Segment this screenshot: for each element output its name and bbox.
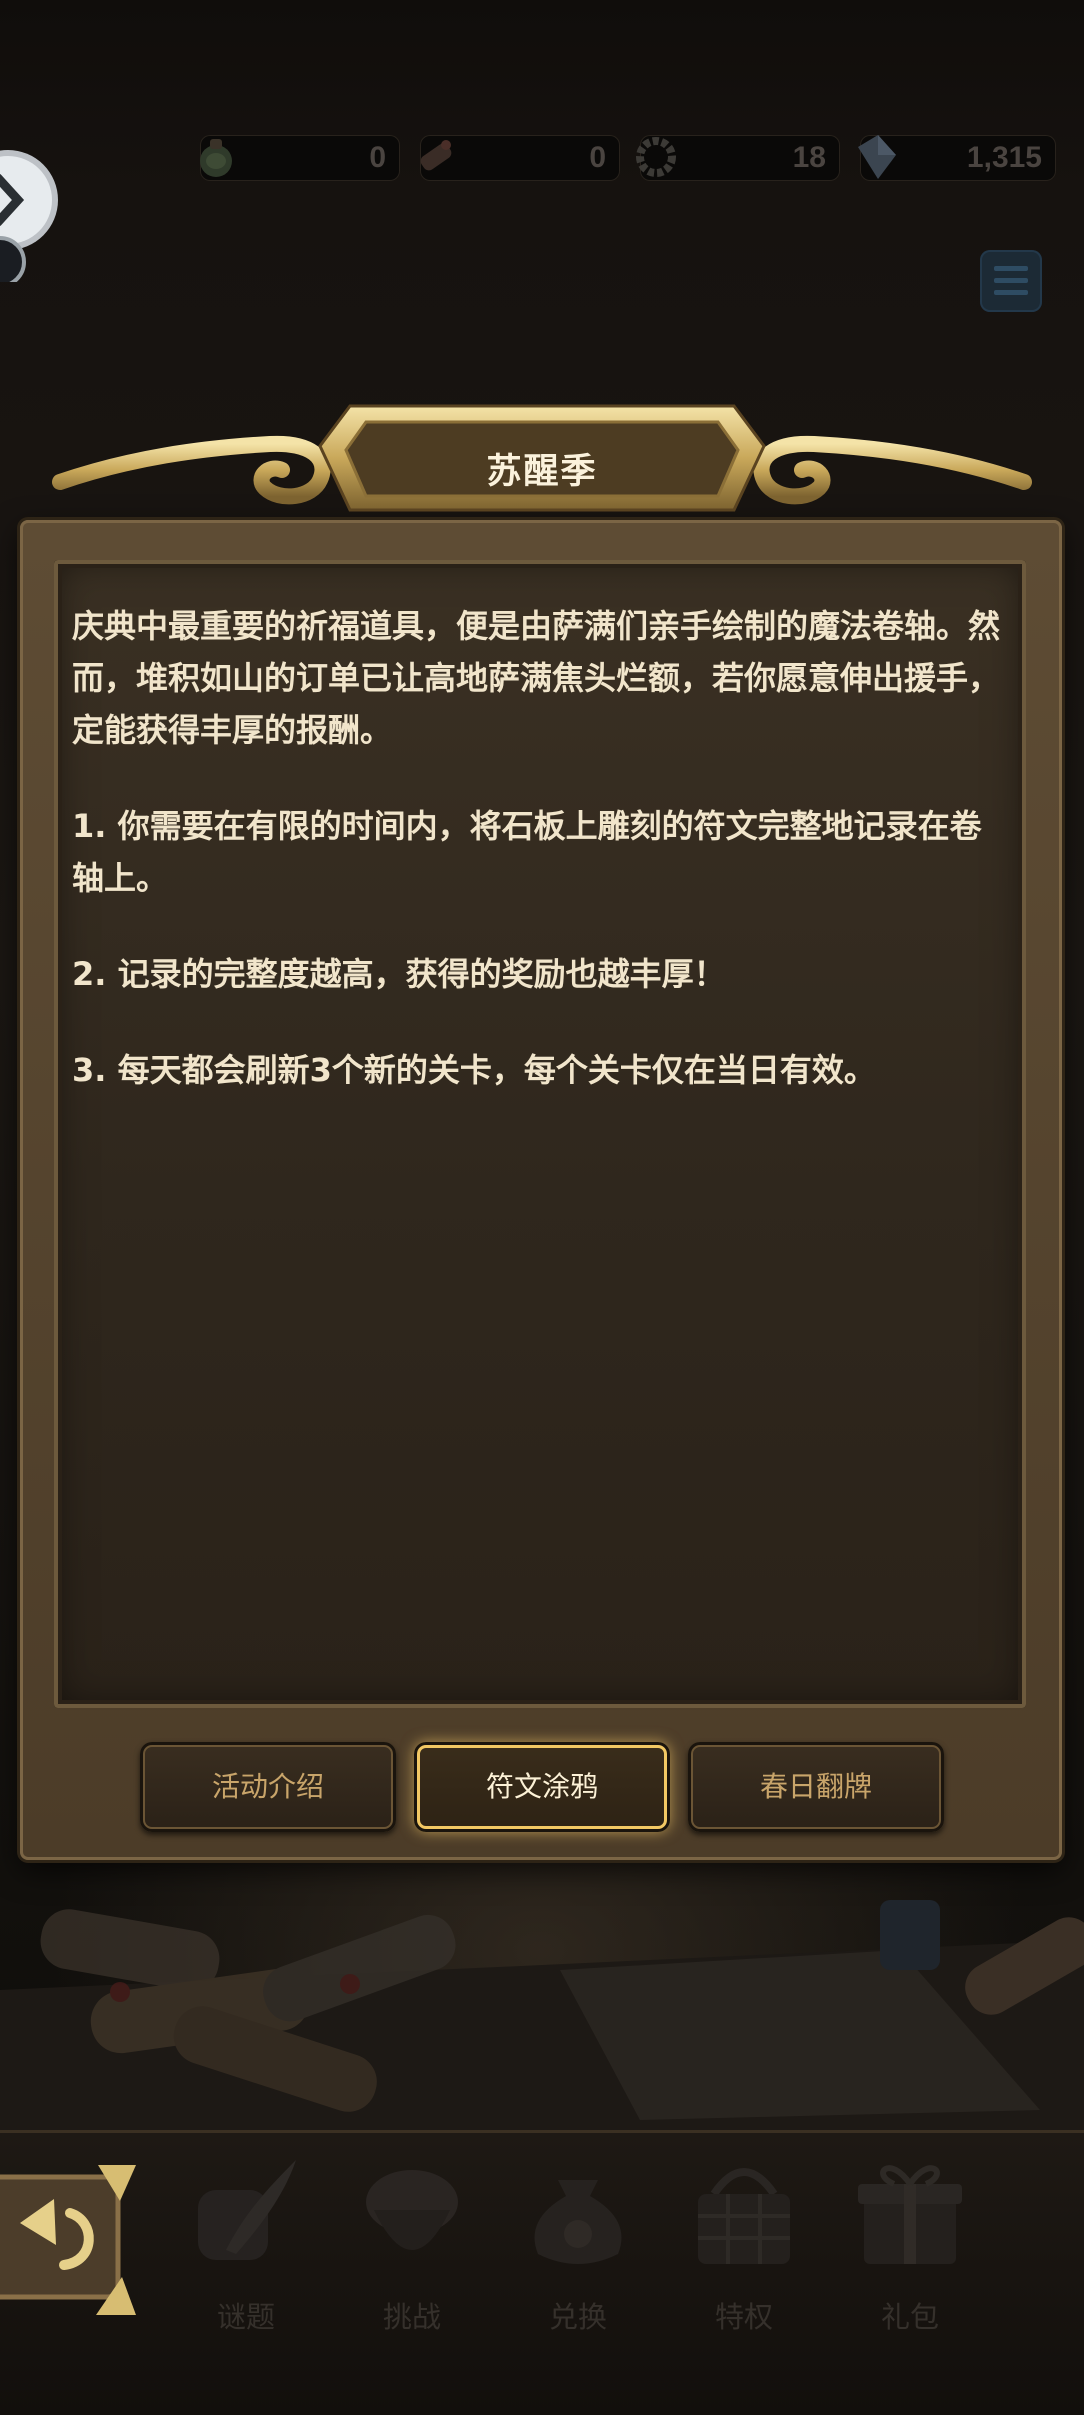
resource-value: 1,315 (966, 141, 1042, 174)
resource-wreath[interactable]: 18 (636, 135, 840, 181)
resource-value: 0 (369, 141, 386, 174)
resource-value: 18 (792, 141, 826, 174)
resource-scroll[interactable]: 0 (420, 135, 620, 181)
description-rule-1: 1. 你需要在有限的时间内，将石板上雕刻的符文完整地记录在卷轴上。 (72, 807, 982, 897)
nav-puzzle[interactable]: 谜题 (176, 2150, 316, 2340)
scroll-table-scene (0, 1900, 1084, 2130)
money-bag-icon (534, 2180, 622, 2264)
panel-title: 苏醒季 (486, 452, 598, 492)
green-potion-icon (200, 139, 232, 177)
panel-tabs: 活动介绍 符文涂鸦 春日翻牌 (140, 1742, 944, 1836)
gift-box-icon (858, 2165, 962, 2264)
nav-challenge[interactable]: 挑战 (342, 2150, 482, 2340)
resource-value: 0 (589, 141, 606, 174)
nav-gift-pack[interactable]: 礼包 (840, 2150, 980, 2340)
wreath-icon (636, 137, 676, 177)
back-button[interactable] (0, 2165, 136, 2315)
tab-rune-graffiti[interactable]: 符文涂鸦 (414, 1742, 670, 1832)
description-rule-3: 3. 每天都会刷新3个新的关卡，每个关卡仅在当日有效。 (72, 1051, 876, 1089)
scroll-icon (420, 140, 452, 171)
description-intro: 庆典中最重要的祈福道具，便是由萨满们亲手绘制的魔法卷轴。然而，堆积如山的订单已让… (72, 607, 1001, 749)
nav-label: 挑战 (382, 2300, 441, 2334)
acorn-icon (366, 2170, 458, 2250)
basket-icon (698, 2168, 790, 2264)
nav-exchange[interactable]: 兑换 (508, 2150, 648, 2340)
crystal-icon (858, 135, 896, 179)
tab-event-intro[interactable]: 活动介绍 (140, 1742, 396, 1832)
nav-privilege[interactable]: 特权 (674, 2150, 814, 2340)
side-menu-toggle[interactable] (0, 150, 64, 282)
description-rule-2: 2. 记录的完整度越高，获得的奖励也越丰厚！ (72, 955, 726, 993)
nav-label: 礼包 (880, 2300, 939, 2334)
list-menu-button[interactable] (980, 250, 1042, 312)
feather-scroll-icon (198, 2160, 296, 2260)
resource-bar: 0 0 18 1,315 (180, 135, 1060, 187)
resource-potion[interactable]: 0 (200, 135, 400, 181)
nav-label: 谜题 (216, 2300, 275, 2334)
event-description: 庆典中最重要的祈福道具，便是由萨满们亲手绘制的魔法卷轴。然而，堆积如山的订单已让… (72, 600, 1012, 1140)
tab-spring-card-flip[interactable]: 春日翻牌 (688, 1742, 944, 1832)
nav-label: 特权 (714, 2300, 773, 2334)
resource-crystal[interactable]: 1,315 (858, 135, 1056, 181)
nav-label: 兑换 (548, 2300, 607, 2334)
